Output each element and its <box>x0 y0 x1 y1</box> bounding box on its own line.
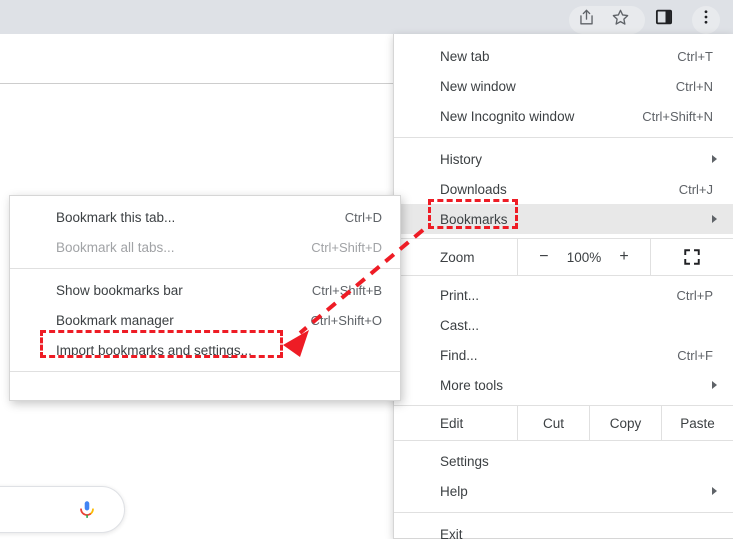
menu-item-label: Help <box>440 483 468 499</box>
menu-item-new-incognito-window[interactable]: New Incognito window Ctrl+Shift+N <box>394 101 733 131</box>
menu-item-label: Find... <box>440 347 478 363</box>
submenu-separator <box>10 268 400 269</box>
browser-toolbar <box>0 0 733 34</box>
google-search-box[interactable] <box>0 486 125 533</box>
menu-item-label: Cast... <box>440 317 480 333</box>
menu-row-zoom: Zoom − 100% + <box>394 238 733 276</box>
zoom-label: Zoom <box>394 239 518 275</box>
submenu-item-show-bookmarks-bar[interactable]: Show bookmarks bar Ctrl+Shift+B <box>10 275 400 305</box>
menu-item-shortcut: Ctrl+T <box>677 48 713 64</box>
paste-button[interactable]: Paste <box>662 406 733 440</box>
submenu-item-shortcut: Ctrl+Shift+B <box>311 282 382 298</box>
submenu-item-label: Import bookmarks and settings... <box>56 342 252 358</box>
menu-item-label: History <box>440 151 483 167</box>
menu-item-label: Bookmarks <box>440 211 508 227</box>
submenu-item-label: Bookmark all tabs... <box>56 239 175 255</box>
menu-item-history[interactable]: History <box>394 144 733 174</box>
menu-item-cast[interactable]: Cast... <box>394 310 733 340</box>
submenu-item-shortcut: Ctrl+Shift+D <box>311 239 382 255</box>
menu-item-new-window[interactable]: New window Ctrl+N <box>394 71 733 101</box>
cut-button[interactable]: Cut <box>518 406 590 440</box>
submenu-item-shortcut: Ctrl+Shift+O <box>310 312 382 328</box>
menu-item-print[interactable]: Print... Ctrl+P <box>394 280 733 310</box>
menu-item-label: Downloads <box>440 181 507 197</box>
menu-separator <box>394 512 733 513</box>
menu-item-shortcut: Ctrl+F <box>677 347 713 363</box>
bookmarks-submenu[interactable]: Bookmark this tab... Ctrl+D Bookmark all… <box>9 195 401 401</box>
zoom-in-button[interactable]: + <box>611 248 637 266</box>
menu-item-shortcut: Ctrl+J <box>678 181 713 197</box>
menu-item-label: New tab <box>440 48 490 64</box>
menu-item-label: More tools <box>440 377 504 393</box>
zoom-controls: − 100% + <box>518 239 651 275</box>
menu-item-shortcut: Ctrl+Shift+N <box>642 108 713 124</box>
zoom-level-value: 100% <box>566 249 602 265</box>
submenu-item-import-bookmarks-and-settings[interactable]: Import bookmarks and settings... <box>10 335 400 365</box>
menu-item-label: Settings <box>440 453 489 469</box>
menu-item-label: Exit <box>440 526 463 539</box>
menu-item-label: New window <box>440 78 516 94</box>
browser-window: New tab Ctrl+T New window Ctrl+N New Inc… <box>0 0 733 539</box>
submenu-separator <box>10 371 400 372</box>
submenu-item-label: Show bookmarks bar <box>56 282 183 298</box>
menu-separator <box>394 137 733 138</box>
microphone-icon[interactable] <box>76 499 98 521</box>
menu-row-edit: Edit Cut Copy Paste <box>394 405 733 441</box>
side-panel-icon[interactable] <box>647 3 681 31</box>
submenu-item-label: Bookmark this tab... <box>56 209 176 225</box>
star-icon[interactable] <box>603 3 637 31</box>
copy-button[interactable]: Copy <box>590 406 662 440</box>
menu-item-bookmarks[interactable]: Bookmarks <box>394 204 733 234</box>
submenu-item-bookmark-manager[interactable]: Bookmark manager Ctrl+Shift+O <box>10 305 400 335</box>
menu-item-more-tools[interactable]: More tools <box>394 370 733 400</box>
edit-label: Edit <box>394 406 518 440</box>
menu-item-shortcut: Ctrl+N <box>675 78 713 94</box>
submenu-item-shortcut: Ctrl+D <box>344 209 382 225</box>
menu-item-find[interactable]: Find... Ctrl+F <box>394 340 733 370</box>
share-icon[interactable] <box>569 3 603 31</box>
submenu-item-bookmark-this-tab[interactable]: Bookmark this tab... Ctrl+D <box>10 202 400 232</box>
menu-item-new-tab[interactable]: New tab Ctrl+T <box>394 41 733 71</box>
three-dot-menu-icon[interactable] <box>689 3 723 34</box>
submenu-item-label: Bookmark manager <box>56 312 174 328</box>
chrome-main-menu[interactable]: New tab Ctrl+T New window Ctrl+N New Inc… <box>393 34 733 539</box>
chevron-right-icon <box>712 215 717 223</box>
menu-item-exit[interactable]: Exit <box>394 519 733 539</box>
submenu-item-bookmark-all-tabs: Bookmark all tabs... Ctrl+Shift+D <box>10 232 400 262</box>
zoom-out-button[interactable]: − <box>531 248 557 266</box>
menu-item-settings[interactable]: Settings <box>394 446 733 476</box>
chevron-right-icon <box>712 381 717 389</box>
menu-item-shortcut: Ctrl+P <box>676 287 713 303</box>
chevron-right-icon <box>712 155 717 163</box>
toolbar-icon-group <box>569 0 723 34</box>
chevron-right-icon <box>712 487 717 495</box>
menu-item-downloads[interactable]: Downloads Ctrl+J <box>394 174 733 204</box>
fullscreen-icon[interactable] <box>651 239 733 275</box>
menu-item-label: Print... <box>440 287 480 303</box>
menu-item-label: New Incognito window <box>440 108 575 124</box>
menu-item-help[interactable]: Help <box>394 476 733 506</box>
